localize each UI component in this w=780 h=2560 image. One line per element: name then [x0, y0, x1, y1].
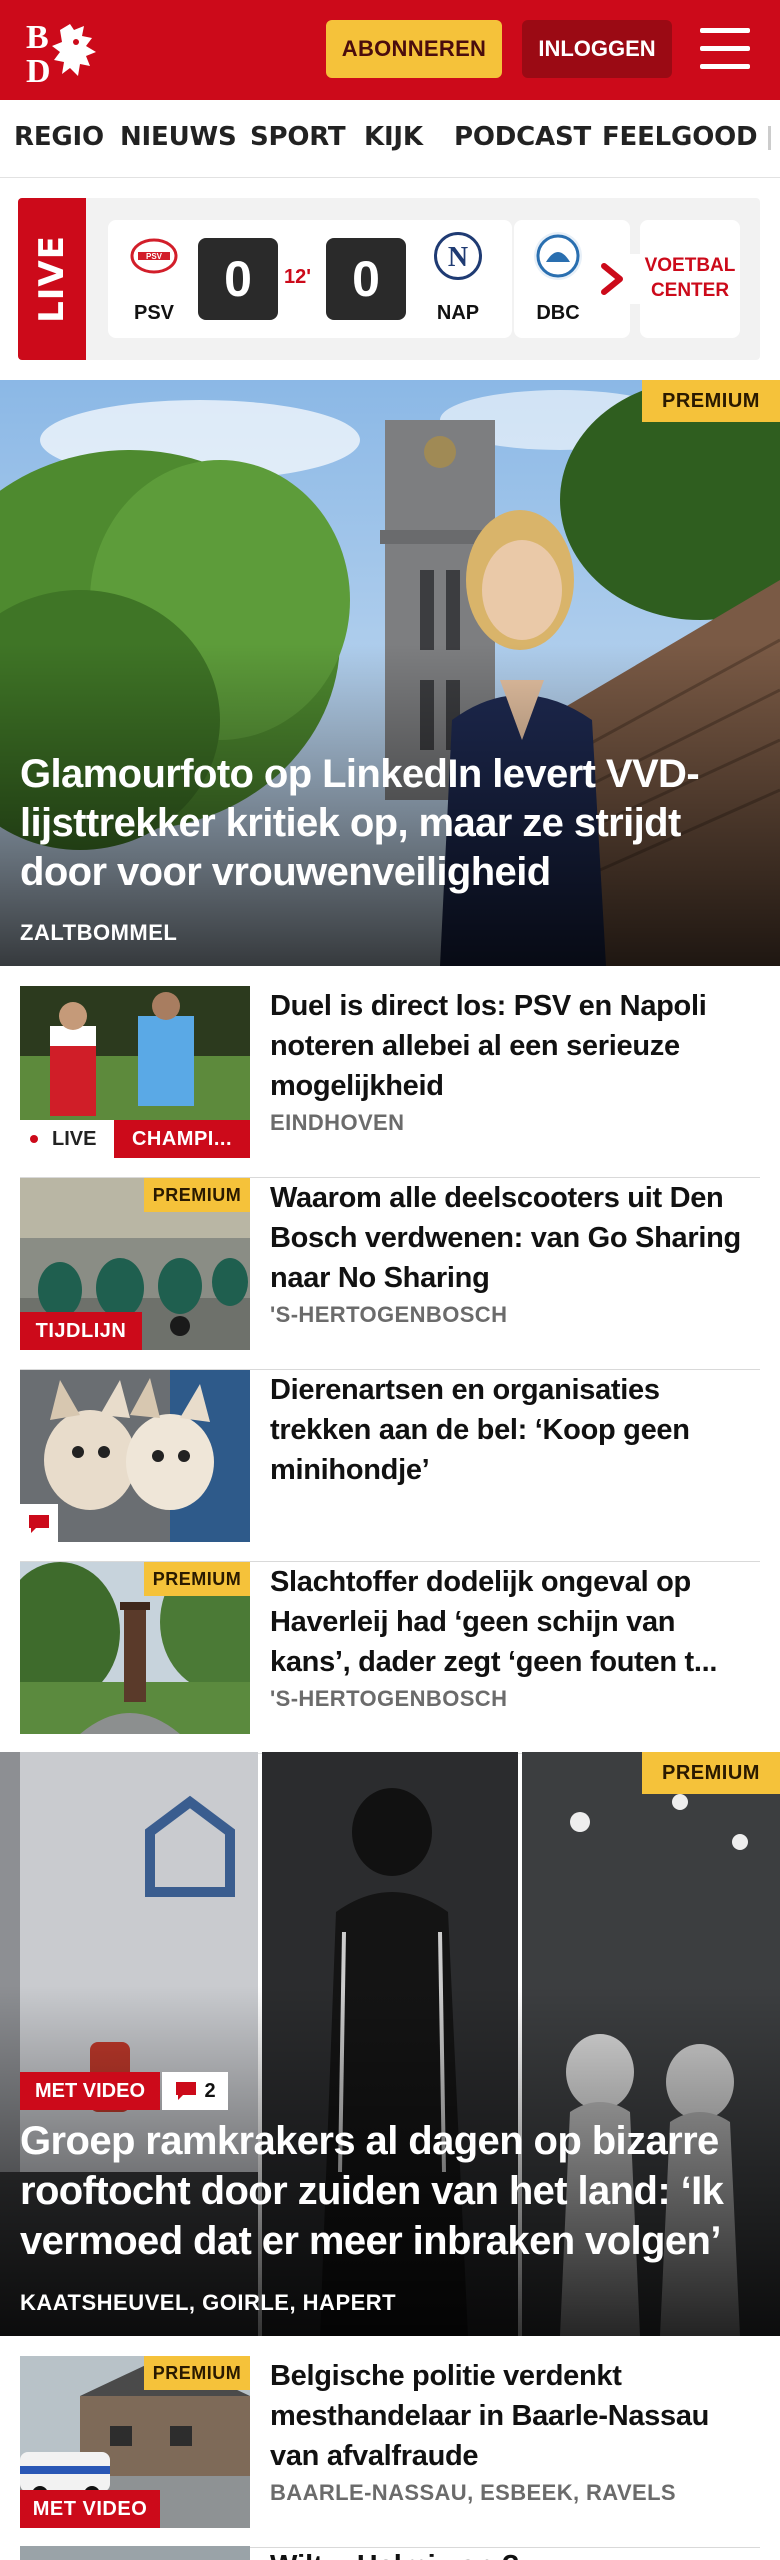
- premium-badge: PREMIUM: [144, 2356, 250, 2390]
- comment-icon: [176, 2082, 197, 2100]
- video-badge: MET VIDEO: [20, 2072, 160, 2110]
- comment-count: 2: [204, 2079, 216, 2102]
- article-thumbnail: [20, 2546, 250, 2560]
- site-header: B D ABONNEREN INLOGGEN: [0, 0, 780, 100]
- article-title[interactable]: Dierenartsen en organisaties trekken aan…: [270, 1370, 760, 1490]
- match-minute: 12': [284, 266, 312, 288]
- article-title[interactable]: Duel is direct los: PSV en Napoli notere…: [270, 986, 760, 1106]
- list-item[interactable]: PREMIUM MET VIDEO Belgische politie verd…: [20, 2356, 760, 2548]
- article-location: 'S-HERTOGENBOSCH: [270, 1302, 508, 1327]
- nav-item-regio[interactable]: REGIO: [14, 122, 104, 152]
- live-label: LIVE: [18, 198, 86, 360]
- hero-title[interactable]: Glamourfoto op LinkedIn levert VVD-lijst…: [20, 750, 760, 897]
- premium-badge: PREMIUM: [642, 1752, 780, 1794]
- svg-text:PSV: PSV: [146, 252, 163, 261]
- nav-item-podcast[interactable]: PODCAST: [454, 122, 591, 152]
- nav-item-feelgood[interactable]: FEELGOOD: [602, 122, 758, 152]
- voetbal-center-label-2: CENTER: [650, 280, 730, 301]
- live-dot-icon: [30, 1135, 38, 1143]
- home-team-name: PSV: [133, 302, 175, 324]
- bd-logo[interactable]: B D: [26, 16, 116, 90]
- video-badge: MET VIDEO: [20, 2490, 160, 2528]
- main-nav: REGIO NIEUWS SPORT KIJK PODCAST FEELGOOD: [0, 100, 780, 178]
- voetbal-center-label-1: VOETBAL: [644, 255, 736, 277]
- away-team-name: NAP: [436, 302, 480, 324]
- nav-overflow-divider: [768, 126, 771, 150]
- nav-item-sport[interactable]: SPORT: [250, 122, 346, 152]
- svg-text:B: B: [26, 19, 49, 56]
- match-card[interactable]: PSV PSV 0 12' 0 N NAP: [108, 220, 512, 338]
- article-title[interactable]: Belgische politie verdenkt mesthandelaar…: [270, 2356, 760, 2476]
- category-tag: CHAMPI...: [114, 1120, 250, 1158]
- article-location: EINDHOVEN: [270, 1110, 405, 1135]
- premium-badge: PREMIUM: [642, 380, 780, 422]
- article-location: BAARLE-NASSAU, ESBEEK, RAVELS: [270, 2480, 677, 2505]
- list-item[interactable]: Dierenartsen en organisaties trekken aan…: [20, 1370, 760, 1562]
- article-title[interactable]: Waarom alle deelscooters uit Den Bosch v…: [270, 1178, 760, 1298]
- article-location: 'S-HERTOGENBOSCH: [270, 1686, 508, 1711]
- live-label-text: LIVE: [32, 235, 72, 323]
- featured-title[interactable]: Groep ramkrakers al dagen op bizarre roo…: [20, 2116, 770, 2266]
- featured-location: KAATSHEUVEL, GOIRLE, HAPERT: [20, 2290, 397, 2315]
- live-tag-text: LIVE: [52, 1127, 97, 1150]
- svg-text:D: D: [26, 53, 51, 84]
- premium-badge: PREMIUM: [144, 1562, 250, 1596]
- hero-article[interactable]: PREMIUM Glamourfoto op LinkedIn levert V…: [0, 380, 780, 966]
- psv-logo-icon: PSV: [130, 232, 178, 280]
- login-button[interactable]: INLOGGEN: [522, 20, 672, 78]
- live-scores-bar: LIVE PSV PSV 0 12' 0 N NAP DBC VOETBAL CE…: [18, 198, 760, 360]
- comment-count-badge: 2: [162, 2072, 228, 2110]
- tijdlijn-tag: TIJDLIJN: [20, 1312, 142, 1350]
- list-item[interactable]: PREMIUM Slachtoffer dodelijk ongeval op …: [20, 1562, 760, 1754]
- home-score: 0: [198, 238, 278, 320]
- voetbal-center-link[interactable]: VOETBAL CENTER: [640, 220, 740, 338]
- nav-item-nieuws[interactable]: NIEUWS: [120, 122, 237, 152]
- hero-location: ZALTBOMMEL: [20, 920, 178, 945]
- svg-text:N: N: [448, 242, 468, 273]
- article-title[interactable]: Slachtoffer dodelijk ongeval op Haverlei…: [270, 1562, 760, 1682]
- hamburger-icon[interactable]: [700, 26, 752, 72]
- list-item[interactable]: LIVE CHAMPI... Duel is direct los: PSV e…: [20, 986, 760, 1178]
- away-score: 0: [326, 238, 406, 320]
- dbc-logo-icon: [534, 232, 582, 280]
- comment-icon: [20, 1504, 58, 1542]
- featured-article[interactable]: PREMIUM MET VIDEO 2 Groep ramkrakers al …: [0, 1752, 780, 2336]
- nav-item-kijk[interactable]: KIJK: [364, 122, 423, 152]
- list-item[interactable]: PREMIUM TIJDLIJN Waarom alle deelscooter…: [20, 1178, 760, 1370]
- next-team-name: DBC: [536, 302, 580, 324]
- article-title[interactable]: Wilt u Helmi van ?: [270, 2546, 760, 2560]
- chevron-right-icon[interactable]: [590, 254, 640, 304]
- napoli-logo-icon: N: [434, 232, 482, 280]
- subscribe-button[interactable]: ABONNEREN: [326, 20, 502, 78]
- live-tag: LIVE: [20, 1120, 114, 1158]
- premium-badge: PREMIUM: [144, 1178, 250, 1212]
